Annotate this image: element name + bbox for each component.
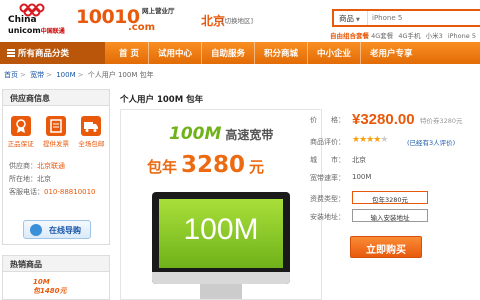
logo-text-unicom: unicom中国联通	[8, 26, 65, 35]
speed-label: 宽带速率：	[310, 174, 345, 182]
brand-tagline: 网上营业厅	[142, 7, 175, 15]
chevron-down-icon: ▼	[356, 17, 360, 23]
hot-products-panel: 热销商品 10M 包1480元	[2, 255, 110, 300]
product-image[interactable]: 100M 高速宽带 包年 3280 元 100M	[120, 109, 322, 300]
product-title: 个人用户 100M 包年	[120, 95, 204, 105]
city-label: 城 市：	[310, 156, 345, 164]
hot-word[interactable]: 4G套餐	[371, 32, 393, 40]
address-label: 安装地址：	[310, 213, 345, 221]
monitor-stand	[200, 284, 242, 299]
online-guide-button[interactable]: 在线导购	[23, 220, 91, 239]
hot-products-heading: 热销商品	[3, 256, 109, 272]
nav-item-business[interactable]: 中小企业	[308, 42, 362, 64]
package-option[interactable]: 包年3280元	[352, 191, 428, 204]
coupon-note: 特价券3280元	[420, 117, 463, 125]
buy-now-button[interactable]: 立即购买	[350, 236, 422, 258]
hot-word[interactable]: 小米3	[426, 32, 443, 40]
search-category-select[interactable]: 商品 ▼	[334, 11, 368, 25]
breadcrumb-current: 个人用户 100M 包年	[87, 71, 154, 79]
chat-icon	[30, 224, 42, 236]
hot-product-thumb[interactable]: 10M 包1480元	[33, 278, 66, 296]
monitor-illustration: 100M	[152, 192, 290, 284]
hot-word[interactable]: iPhone 5	[448, 32, 476, 40]
breadcrumb-broadband[interactable]: 宽带	[30, 71, 44, 79]
breadcrumb-100m[interactable]: 100M	[56, 71, 75, 79]
unicom-logo[interactable]: China unicom中国联通	[4, 2, 74, 40]
service-phone: 010-88810010	[44, 188, 96, 196]
address-input-button[interactable]: 输入安装地址	[352, 209, 428, 222]
review-link[interactable]: (已经有3人评价)	[407, 137, 455, 147]
rating-label: 商品评价：	[310, 138, 345, 146]
speed-value: 100M	[352, 173, 372, 181]
supplier-heading: 供应商信息	[3, 90, 109, 106]
all-categories-button[interactable]: 所有商品分类	[0, 42, 105, 64]
city-switch-link[interactable]: [切换地区]	[222, 15, 253, 25]
service-invoice: 提供发票	[41, 116, 71, 148]
supplier-info: 供应商：北京联通 所在地：北京 客服电话：010-88810010	[9, 162, 96, 196]
screen-text: 100M	[183, 213, 259, 246]
all-categories-label: 所有商品分类	[18, 49, 70, 59]
menu-icon	[7, 49, 15, 57]
search-box: 商品 ▼	[332, 9, 480, 27]
nav-item-home[interactable]: 首 页	[110, 42, 149, 64]
city-value: 北京	[352, 156, 366, 164]
search-input[interactable]	[372, 12, 480, 24]
price: ¥3280.00	[352, 111, 415, 128]
hot-word[interactable]: 4G手机	[398, 32, 420, 40]
logo-text-china: China	[8, 15, 37, 25]
package-label: 资费类型：	[310, 195, 345, 203]
service-free-shipping: 全场包邮	[76, 116, 106, 148]
star-icon: ★	[380, 135, 388, 145]
image-promo: 包年 3280 元	[147, 152, 265, 178]
badge-icon	[10, 116, 31, 136]
supplier-name-link[interactable]: 北京联通	[37, 162, 65, 170]
nav-item-points-mall[interactable]: 积分商城	[255, 42, 309, 64]
logo-text-cn: 中国联通	[40, 28, 65, 35]
nav-item-trial[interactable]: 试用中心	[149, 42, 202, 64]
hot-search-words: 自由组合套餐 4G套餐 4G手机 小米3 iPhone 5	[330, 30, 479, 40]
invoice-icon	[45, 116, 66, 136]
truck-icon	[81, 116, 102, 136]
price-label: 价 格：	[310, 116, 345, 124]
breadcrumb: 首页 > 宽带 > 100M > 个人用户 100M 包年	[4, 71, 154, 79]
nav-item-existing-users[interactable]: 老用户专享	[361, 42, 422, 64]
main-nav: 所有商品分类 首 页 试用中心 自助服务 积分商城 中小企业 老用户专享	[0, 42, 480, 64]
image-speed-title: 100M 高速宽带	[169, 124, 274, 144]
hot-word[interactable]: 自由组合套餐	[330, 32, 369, 40]
site-header: China unicom中国联通 10010 .com 网上营业厅 北京 [切换…	[0, 0, 480, 42]
service-genuine: 正品保证	[6, 116, 36, 148]
nav-item-self-service[interactable]: 自助服务	[202, 42, 255, 64]
breadcrumb-home[interactable]: 首页	[4, 71, 18, 79]
rating-stars: ★★★★★	[352, 135, 388, 145]
supplier-panel: 供应商信息 正品保证 提供发票 全场包邮 供应商：北京联通 所在地：北京 客服电…	[2, 89, 110, 245]
brand-domain: .com	[128, 22, 156, 33]
